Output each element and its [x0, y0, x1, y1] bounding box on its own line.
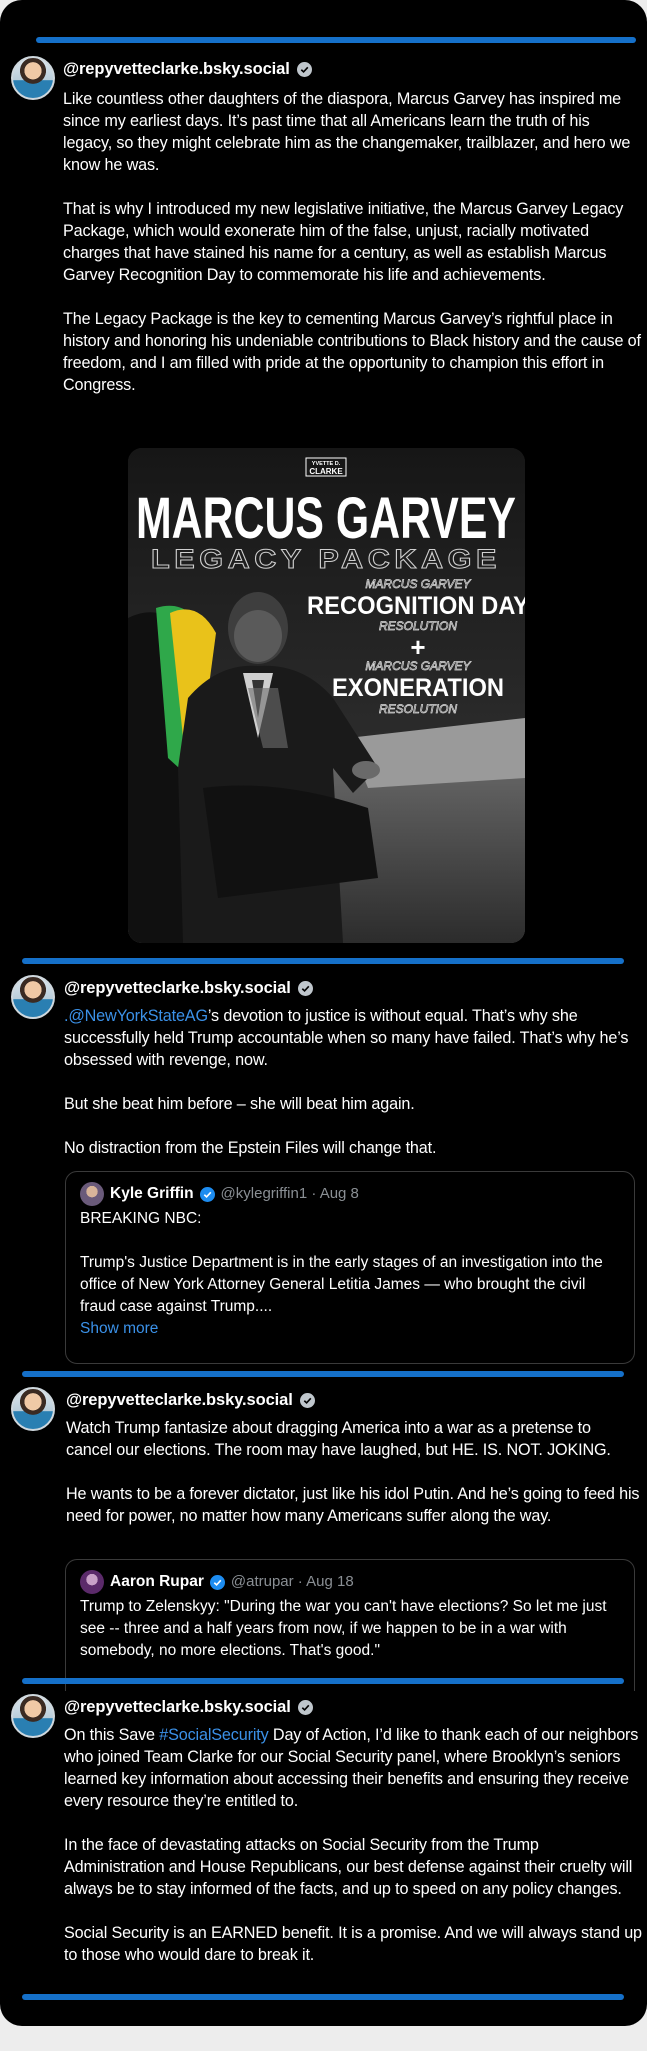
post-body: Watch Trump fantasize about dragging Ame… — [66, 1417, 641, 1527]
quote-author-name[interactable]: Aaron Rupar — [110, 1571, 204, 1593]
poster-line1-small: MARCUS GARVEY — [365, 577, 471, 591]
poster-line2-tail: RESOLUTION — [379, 702, 457, 716]
post-paragraph: That is why I introduced my new legislat… — [63, 200, 624, 284]
quote-avatar — [80, 1182, 104, 1206]
post-divider — [22, 958, 624, 964]
verified-check-icon — [297, 981, 313, 996]
author-handle[interactable]: @repyvetteclarke.bsky.social — [64, 1698, 291, 1717]
poster-plus: + — [410, 632, 425, 662]
clarke-logo: YVETTE D. CLARKE — [305, 457, 347, 477]
poster-subtitle: LEGACY PACKAGE — [151, 544, 501, 574]
post-divider — [22, 1371, 624, 1377]
mention-link[interactable]: .@NewYorkStateAG — [64, 1007, 208, 1025]
post-divider — [36, 37, 636, 43]
post-header: @repyvetteclarke.bsky.social — [64, 979, 313, 998]
quote-header: Kyle Griffin @kylegriffin1 · Aug 8 — [80, 1182, 620, 1206]
logo-line-2: CLARKE — [309, 467, 343, 476]
thread-screenshot: @repyvetteclarke.bsky.social Like countl… — [0, 0, 647, 2026]
quote-avatar — [80, 1570, 104, 1594]
verified-check-icon — [199, 1186, 215, 1202]
quote-author-name[interactable]: Kyle Griffin — [110, 1183, 194, 1205]
avatar[interactable] — [11, 975, 55, 1019]
post-divider — [22, 1994, 624, 2000]
post-header: @repyvetteclarke.bsky.social — [64, 1698, 313, 1717]
post-paragraph: On this Save #SocialSecurity Day of Acti… — [64, 1724, 642, 1812]
avatar[interactable] — [11, 1694, 55, 1738]
poster-line1-big: RECOGNITION DAY — [307, 592, 525, 620]
quote-meta: @kylegriffin1 · Aug 8 — [220, 1185, 359, 1202]
quote-paragraph: Trump to Zelenskyy: "During the war you … — [80, 1598, 607, 1659]
poster-line1-tail: RESOLUTION — [379, 619, 457, 633]
avatar[interactable] — [11, 1387, 55, 1431]
post-body: On this Save #SocialSecurity Day of Acti… — [64, 1724, 642, 1966]
show-more-link[interactable]: Show more — [80, 1318, 620, 1340]
post-image[interactable]: YVETTE D. CLARKE MARCUS GARVEY LEGACY PA… — [128, 448, 525, 943]
quote-header: Aaron Rupar @atrupar · Aug 18 — [80, 1570, 620, 1594]
quote-meta: @atrupar · Aug 18 — [230, 1573, 354, 1590]
author-handle[interactable]: @repyvetteclarke.bsky.social — [63, 60, 290, 79]
post-body: Like countless other daughters of the di… — [63, 88, 641, 396]
post-paragraph: He wants to be a forever dictator, just … — [66, 1485, 640, 1525]
poster-line2-big: EXONERATION — [332, 674, 504, 702]
verified-check-icon — [299, 1393, 315, 1408]
post-divider — [22, 1678, 624, 1684]
quote-paragraph: BREAKING NBC: — [80, 1210, 202, 1227]
post-header: @repyvetteclarke.bsky.social — [63, 60, 312, 79]
author-handle[interactable]: @repyvetteclarke.bsky.social — [64, 979, 291, 998]
poster-title: MARCUS GARVEY — [136, 486, 516, 551]
poster-line2-small: MARCUS GARVEY — [365, 659, 471, 673]
quoted-post[interactable]: Kyle Griffin @kylegriffin1 · Aug 8 BREAK… — [65, 1171, 635, 1364]
post-body: .@NewYorkStateAG’s devotion to justice i… — [64, 1005, 642, 1159]
post-paragraph: No distraction from the Epstein Files wi… — [64, 1139, 437, 1157]
verified-check-icon — [209, 1574, 225, 1590]
quote-paragraph: Trump's Justice Department is in the ear… — [80, 1254, 603, 1315]
paragraph-text: On this Save — [64, 1726, 160, 1744]
post-paragraph: The Legacy Package is the key to cementi… — [63, 310, 641, 394]
post-paragraph: In the face of devastating attacks on So… — [64, 1836, 633, 1898]
post-header: @repyvetteclarke.bsky.social — [66, 1391, 315, 1410]
author-handle[interactable]: @repyvetteclarke.bsky.social — [66, 1391, 293, 1410]
verified-check-icon — [297, 1700, 313, 1715]
verified-check-icon — [296, 62, 312, 77]
hashtag-link[interactable]: #SocialSecurity — [159, 1726, 268, 1744]
quoted-post[interactable]: Aaron Rupar @atrupar · Aug 18 Trump to Z… — [65, 1559, 635, 1691]
quote-body: BREAKING NBC: Trump's Justice Department… — [80, 1208, 620, 1340]
post-paragraph: But she beat him before – she will beat … — [64, 1095, 415, 1113]
avatar[interactable] — [11, 56, 55, 100]
quote-body: Trump to Zelenskyy: "During the war you … — [80, 1596, 620, 1662]
post-paragraph: .@NewYorkStateAG’s devotion to justice i… — [64, 1005, 642, 1071]
post-paragraph: Watch Trump fantasize about dragging Ame… — [66, 1419, 611, 1459]
post-paragraph: Social Security is an EARNED benefit. It… — [64, 1924, 642, 1964]
post-paragraph: Like countless other daughters of the di… — [63, 90, 631, 174]
